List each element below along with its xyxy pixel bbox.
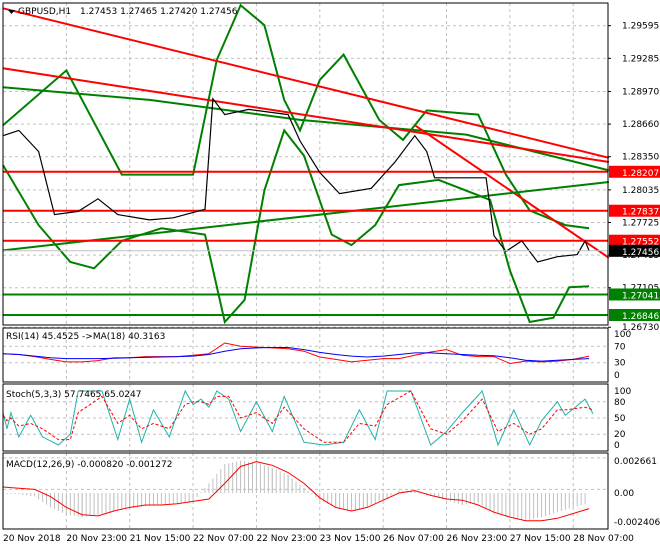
price-tick-label: 1.29285: [622, 54, 659, 64]
rsi-title: RSI(14) 45.4525 ->MA(18) 40.3163: [6, 332, 165, 342]
time-tick-label: 22 Nov 23:00: [256, 534, 317, 544]
indicator-tick-label: 30: [614, 359, 626, 369]
bollinger-lower-band: [2, 128, 590, 325]
time-tick-label: 22 Nov 07:00: [193, 534, 254, 544]
time-tick-label: 21 Nov 15:00: [130, 534, 191, 544]
level-price-label: 1.27837: [622, 208, 659, 218]
macd-title: MACD(12,26,9) -0.000820 -0.001272: [6, 460, 172, 470]
time-tick-label: 20 Nov 23:00: [66, 534, 127, 544]
indicator-tick-label: 0: [614, 371, 620, 381]
time-tick-label: 26 Nov 23:00: [447, 534, 508, 544]
slow-moving-average-line: [2, 86, 610, 172]
indicator-tick-label: 100: [614, 387, 631, 397]
indicator-tick-label: -0.002406: [614, 518, 660, 528]
level-price-label: 1.26846: [622, 312, 659, 322]
time-tick-label: 28 Nov 07:00: [573, 534, 634, 544]
stoch-title: Stoch(5,3,3) 57.7465 65.0247: [6, 390, 141, 400]
price-tick-label: 1.28035: [622, 186, 659, 196]
price-tick-label: 1.28970: [622, 87, 659, 97]
price-tick-label: 1.28350: [622, 153, 659, 163]
current-price-label: 1.27456: [622, 248, 659, 258]
chart-header: GBPUSD,H1 1.27453 1.27465 1.27420 1.2745…: [8, 7, 238, 17]
time-tick-label: 27 Nov 15:00: [510, 534, 571, 544]
time-tick-label: 20 Nov 2018: [3, 534, 61, 544]
level-price-label: 1.27041: [622, 291, 659, 301]
indicator-tick-label: 0.002661: [614, 457, 657, 467]
trading-chart[interactable]: 20 Nov 2018 20 Nov 23:00 21 Nov 15:00 22 No…: [0, 0, 660, 550]
indicator-tick-label: 20: [614, 430, 626, 440]
indicator-tick-label: 0: [614, 441, 620, 451]
symbol-timeframe: GBPUSD,H1: [18, 7, 71, 17]
price-tick-label: 1.28660: [622, 120, 659, 130]
time-tick-label: 23 Nov 15:00: [320, 534, 381, 544]
level-price-label: 1.28207: [622, 169, 659, 179]
indicator-tick-label: 50: [614, 414, 626, 424]
panel-frame: [2, 2, 609, 326]
indicator-tick-label: 80: [614, 398, 626, 408]
price-tick-label: 1.29595: [622, 22, 659, 32]
price-panel[interactable]: [2, 3, 610, 325]
indicator-tick-label: 70: [614, 342, 626, 352]
price-tick-label: 1.27725: [622, 218, 659, 228]
indicator-tick-label: 100: [614, 330, 631, 340]
indicator-tick-label: 0.00: [614, 489, 634, 499]
time-tick-label: 26 Nov 07:00: [383, 534, 444, 544]
ohlc-values: 1.27453 1.27465 1.27420 1.27456: [80, 7, 238, 17]
